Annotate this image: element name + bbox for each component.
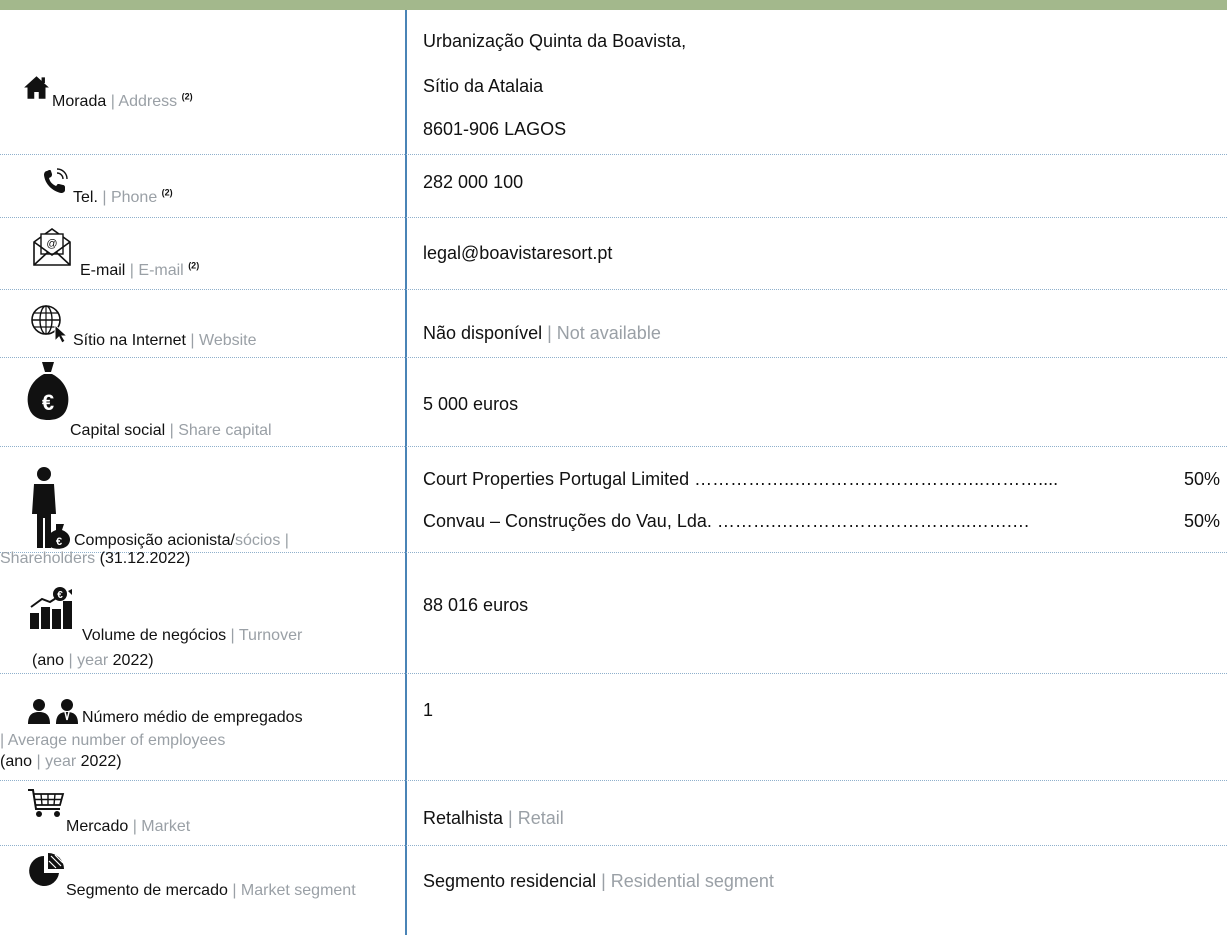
- capital-value: 5 000 euros: [423, 394, 519, 414]
- phone-label: Tel. | Phone (2): [73, 187, 173, 206]
- email-label: E-mail | E-mail (2): [80, 260, 200, 279]
- shareholder-name: Convau – Construções do Vau, Lda. ……….………: [423, 511, 1030, 531]
- svg-text:€: €: [57, 590, 63, 601]
- employees-year: (ano | year 2022): [0, 753, 122, 770]
- house-icon: [24, 76, 49, 99]
- capital-label: Capital social | Share capital: [70, 422, 272, 439]
- people-icon: [28, 699, 78, 724]
- website-value: Não disponível | Not available: [423, 323, 661, 343]
- row-separator: [0, 289, 1227, 290]
- shareholder-row: Court Properties Portugal Limited …………….…: [423, 469, 1220, 489]
- shareholder-name: Court Properties Portugal Limited …………….…: [423, 469, 1059, 489]
- phone-icon: [44, 168, 68, 193]
- address-label: Morada | Address (2): [52, 91, 193, 110]
- address-line-2: Sítio da Atalaia: [423, 76, 544, 96]
- segment-label: Segmento de mercado | Market segment: [66, 882, 356, 899]
- employees-label: Número médio de empregados: [82, 709, 303, 726]
- shareholder-row: Convau – Construções do Vau, Lda. ……….………: [423, 511, 1220, 531]
- shareholder-pct: 50%: [1183, 469, 1220, 489]
- shareholders-label: Composição acionista/sócios | Shareholder…: [0, 532, 289, 567]
- email-value: legal@boavistaresort.pt: [423, 243, 613, 263]
- shopping-cart-icon: [28, 789, 65, 817]
- row-separator: [0, 673, 1227, 674]
- employees-value: 1: [423, 700, 434, 720]
- turnover-label: Volume de negócios | Turnover: [82, 627, 303, 644]
- row-separator: [0, 357, 1227, 358]
- segment-value: Segmento residencial | Residential segme…: [423, 871, 774, 891]
- address-line-3: 8601-906 LAGOS: [423, 119, 567, 139]
- website-label: Sítio na Internet | Website: [73, 332, 257, 349]
- turnover-value: 88 016 euros: [423, 595, 529, 615]
- row-separator: [0, 845, 1227, 846]
- address-line-1: Urbanização Quinta da Boavista,: [423, 31, 687, 51]
- row-separator: [0, 154, 1227, 155]
- phone-value: 282 000 100: [423, 172, 524, 192]
- employees-label-en: | Average number of employees: [0, 732, 226, 749]
- globe-cursor-icon: [31, 305, 69, 343]
- row-separator: [0, 217, 1227, 218]
- svg-text:€: €: [42, 390, 54, 415]
- bar-chart-euro-icon: €: [30, 587, 72, 629]
- header-bar: [0, 0, 1227, 10]
- shareholder-pct: 50%: [1183, 511, 1220, 531]
- column-divider: [405, 10, 407, 935]
- turnover-year: (ano | year 2022): [32, 652, 154, 669]
- row-separator: [0, 446, 1227, 447]
- market-value: Retalhista | Retail: [423, 808, 564, 828]
- envelope-icon: @: [33, 228, 71, 266]
- market-label: Mercado | Market: [66, 818, 191, 835]
- row-separator: [0, 780, 1227, 781]
- svg-text:@: @: [46, 238, 57, 250]
- euro-money-bag-icon: €: [27, 362, 69, 420]
